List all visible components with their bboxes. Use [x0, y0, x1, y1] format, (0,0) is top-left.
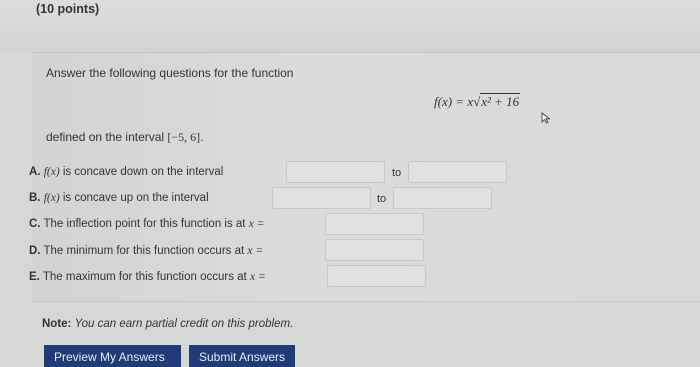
question-var: x = — [248, 218, 265, 230]
question-text: The inflection point for this function i… — [43, 218, 249, 230]
question-text: is concave down on the interval — [59, 166, 224, 178]
points-label: (10 points) — [36, 2, 100, 16]
question-c: C. The inflection point for this functio… — [29, 218, 264, 230]
note-label: Note: — [42, 318, 72, 330]
domain-suffix: . — [200, 130, 204, 144]
answer-b-from-input[interactable] — [272, 187, 371, 209]
top-bar: (10 points) — [0, 0, 700, 52]
answer-a-to-label: to — [392, 167, 402, 179]
question-b: B. f(x) is concave up on the interval — [29, 192, 209, 204]
question-var: x = — [247, 245, 264, 257]
function-radicand: x² + 16 — [480, 93, 521, 109]
question-fx: f(x) — [43, 192, 60, 204]
question-a: A. f(x) is concave down on the interval — [29, 166, 223, 178]
question-letter: B. — [29, 192, 41, 204]
question-letter: A. — [29, 166, 41, 178]
question-e: E. The maximum for this function occurs … — [29, 271, 266, 283]
question-text: The minimum for this function occurs at — [43, 245, 248, 257]
answer-e-input[interactable] — [327, 265, 426, 287]
question-fx: f(x) — [43, 166, 60, 178]
answer-d-input[interactable] — [325, 239, 424, 261]
domain-interval: [−5, 6] — [167, 130, 201, 144]
question-text: The maximum for this function occurs at — [42, 271, 250, 283]
answer-b-to-label: to — [377, 193, 387, 205]
mouse-cursor-icon — [541, 112, 551, 124]
question-var: x = — [249, 271, 266, 283]
question-text: is concave up on the interval — [59, 192, 209, 204]
question-letter: D. — [29, 245, 41, 257]
answer-a-to-input[interactable] — [408, 161, 507, 183]
domain-prefix: defined on the interval — [46, 130, 168, 144]
answer-c-input[interactable] — [325, 213, 424, 235]
domain-statement: defined on the interval [−5, 6]. — [46, 130, 204, 145]
question-letter: E. — [29, 271, 40, 283]
partial-credit-note: Note: You can earn partial credit on thi… — [42, 318, 293, 330]
function-lhs: f(x) = x — [434, 94, 474, 109]
answer-b-to-input[interactable] — [393, 187, 492, 209]
answer-a-from-input[interactable] — [286, 161, 385, 183]
problem-intro: Answer the following questions for the f… — [46, 66, 294, 80]
question-d: D. The minimum for this function occurs … — [29, 245, 263, 257]
note-text: You can earn partial credit on this prob… — [74, 318, 294, 330]
function-formula: f(x) = x√x² + 16 — [434, 93, 521, 110]
question-letter: C. — [29, 218, 41, 230]
